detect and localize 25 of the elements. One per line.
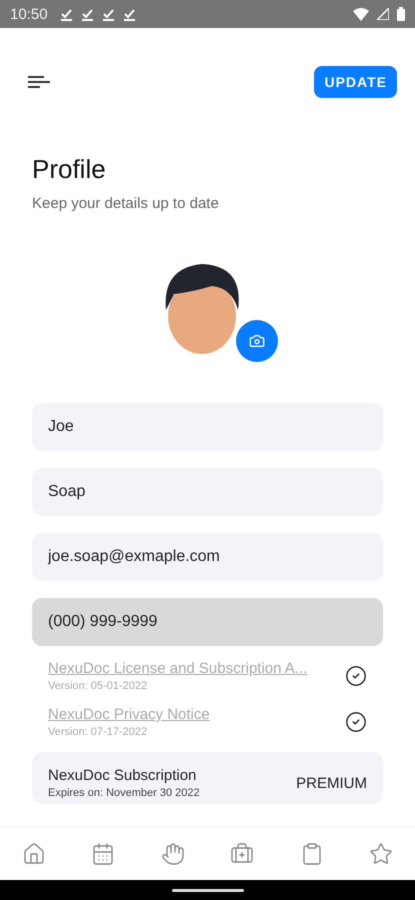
page-title: Profile (32, 154, 107, 185)
version-text: Version: 05-01-2022 (48, 680, 148, 692)
hand-icon[interactable] (160, 842, 185, 866)
page-subtitle: Keep your details up to date (32, 195, 220, 212)
expiry-text: Expires on: November 30 2022 (48, 787, 201, 799)
star-icon[interactable] (368, 842, 393, 866)
plan-label: PREMIUM (296, 774, 367, 792)
subscription-title: NexuDoc Subscription (48, 767, 198, 784)
download-done-icon (102, 8, 115, 20)
battery-icon (397, 7, 405, 21)
update-button[interactable]: UPDATE (314, 66, 397, 98)
input-field[interactable]: Joe (32, 403, 383, 451)
status-time: 10:50 (10, 6, 48, 22)
home-icon[interactable] (22, 842, 46, 866)
input-field[interactable]: Soap (32, 468, 383, 516)
download-done-icon (80, 8, 94, 20)
camera-button[interactable] (236, 320, 278, 362)
menu-icon[interactable] (28, 76, 50, 88)
version-text: Version: 07-17-2022 (48, 726, 148, 738)
download-done-icon (122, 8, 136, 20)
signal-icon (377, 8, 389, 20)
wifi-icon (353, 8, 369, 20)
camera-icon (248, 333, 264, 349)
calendar-icon[interactable] (91, 842, 116, 866)
download-done-icon (60, 8, 73, 20)
